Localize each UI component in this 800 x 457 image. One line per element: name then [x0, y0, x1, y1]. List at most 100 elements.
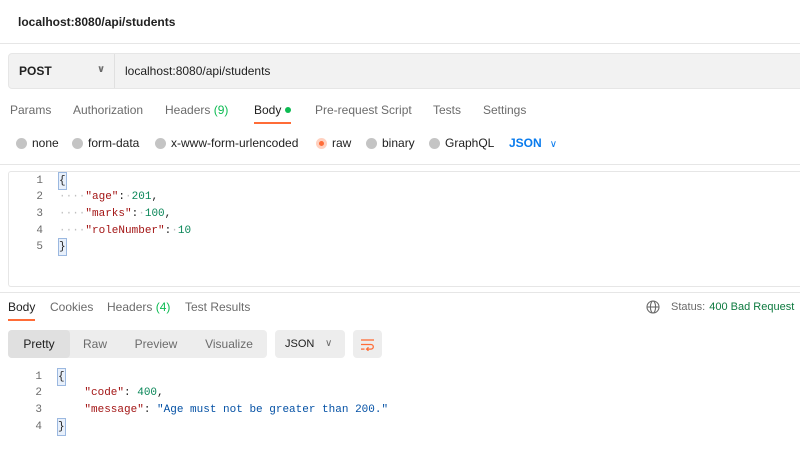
chevron-down-icon: ∨ — [97, 64, 106, 75]
json-value: 400 — [137, 387, 158, 399]
response-tab-test-results[interactable]: Test Results — [185, 300, 250, 314]
tab-body[interactable]: Body — [254, 103, 292, 124]
wrap-lines-button[interactable] — [353, 330, 382, 358]
radio-label: GraphQL — [445, 136, 495, 150]
tab-settings[interactable]: Settings — [483, 103, 526, 117]
json-key: "code" — [84, 387, 125, 399]
line-number: 4 — [36, 225, 43, 237]
code-line: 2 ····"age":·201, — [9, 189, 800, 205]
json-trail: , — [151, 191, 159, 203]
response-tab-headers-label: Headers — [107, 300, 153, 314]
code-line: 1 { — [8, 368, 800, 386]
radio-circle — [155, 137, 166, 149]
json-key: "age" — [85, 191, 119, 203]
tab-authorization[interactable]: Authorization — [73, 103, 143, 117]
code-text: ····"marks":·100, — [59, 208, 172, 220]
view-preview[interactable]: Preview — [126, 330, 186, 358]
radio-form-data[interactable]: form-data — [72, 136, 139, 150]
radio-raw[interactable]: raw — [316, 136, 351, 150]
line-number: 2 — [35, 387, 42, 399]
code-line: 5 } — [9, 238, 800, 256]
code-line: 4 ····"roleNumber":·10 — [9, 223, 800, 239]
line-number: 3 — [36, 208, 43, 220]
code-line: 2 "code": 400, — [8, 385, 800, 401]
request-bar: POST ∨ — [8, 53, 800, 89]
line-number: 4 — [35, 421, 42, 433]
tab-params[interactable]: Params — [10, 103, 51, 117]
json-value: "Age must not be greater than 200." — [157, 404, 389, 416]
globe-icon[interactable] — [646, 300, 660, 314]
request-body-editor[interactable]: 1 { 2 ····"age":·201, 3 ····"marks":·100… — [8, 171, 800, 287]
code-line: 1 { — [9, 172, 800, 190]
radio-label: form-data — [88, 136, 140, 150]
radio-none[interactable]: none — [16, 136, 59, 150]
line-number: 2 — [36, 191, 43, 203]
code-text: ····"roleNumber":·10 — [59, 225, 192, 237]
chevron-down-icon: ∨ — [549, 139, 558, 150]
code-brace: { — [57, 368, 66, 386]
radio-circle — [429, 137, 440, 149]
json-key: "marks" — [85, 208, 132, 220]
tab-headers[interactable]: Headers (9) — [165, 103, 228, 117]
status-value[interactable]: 400 Bad Request — [709, 301, 794, 313]
line-number: 1 — [36, 175, 43, 187]
response-tab-headers[interactable]: Headers (4) — [107, 300, 170, 314]
code-brace: } — [57, 418, 66, 436]
radio-circle-selected — [316, 137, 327, 149]
view-pretty[interactable]: Pretty — [8, 330, 70, 358]
wrap-lines-icon — [361, 338, 374, 351]
radio-label: none — [32, 136, 59, 150]
code-line: 4 } — [8, 418, 800, 436]
view-raw[interactable]: Raw — [72, 330, 118, 358]
json-value: 201 — [131, 191, 152, 203]
response-headers-count: (4) — [155, 300, 171, 314]
url-input[interactable] — [115, 54, 800, 88]
code-line: 3 ····"marks":·100, — [9, 206, 800, 222]
radio-label: raw — [332, 136, 352, 150]
radio-circle — [366, 137, 377, 149]
tab-headers-label: Headers — [165, 103, 211, 117]
response-body-viewer[interactable]: 1 { 2 "code": 400, 3 "message": "Age mus… — [8, 368, 800, 438]
tab-tests[interactable]: Tests — [433, 103, 461, 117]
code-text: "message": "Age must not be greater than… — [84, 404, 389, 416]
request-tabs: Params Authorization Headers (9) Body Pr… — [0, 103, 800, 127]
chevron-down-icon: ∨ — [325, 338, 333, 349]
headers-count: (9) — [213, 103, 229, 117]
body-type-options: none form-data x-www-form-urlencoded raw… — [0, 136, 800, 154]
response-format-select[interactable]: JSON ∨ — [275, 330, 345, 358]
response-view-modes: Pretty Raw Preview Visualize — [8, 330, 267, 358]
radio-circle — [16, 137, 27, 149]
response-format-label: JSON — [285, 338, 315, 350]
response-tab-cookies[interactable]: Cookies — [50, 300, 93, 314]
method-label: POST — [19, 64, 52, 78]
divider — [0, 164, 800, 165]
json-value: 100 — [144, 208, 165, 220]
line-number: 5 — [36, 241, 43, 253]
tab-pre-request-script[interactable]: Pre-request Script — [315, 103, 412, 117]
radio-label: binary — [382, 136, 415, 150]
json-trail: , — [164, 208, 172, 220]
code-text: ····"age":·201, — [59, 191, 159, 203]
view-visualize[interactable]: Visualize — [196, 330, 262, 358]
tab-body-label: Body — [254, 103, 282, 117]
body-format-label: JSON — [509, 136, 542, 150]
json-value: 10 — [177, 225, 192, 237]
json-trail: , — [157, 387, 164, 399]
code-line: 3 "message": "Age must not be greater th… — [8, 402, 800, 418]
radio-x-www-form-urlencoded[interactable]: x-www-form-urlencoded — [155, 136, 298, 150]
radio-label: x-www-form-urlencoded — [171, 136, 299, 150]
line-number: 1 — [35, 371, 42, 383]
request-title-bar: localhost:8080/api/students — [0, 0, 800, 44]
body-format-select[interactable]: JSON ∨ — [509, 136, 557, 150]
request-title[interactable]: localhost:8080/api/students — [18, 15, 175, 29]
response-divider — [0, 292, 800, 293]
json-key: "roleNumber" — [85, 225, 165, 237]
radio-binary[interactable]: binary — [366, 136, 415, 150]
radio-graphql[interactable]: GraphQL — [429, 136, 494, 150]
json-key: "message" — [84, 404, 144, 416]
response-tab-body[interactable]: Body — [8, 300, 36, 321]
status-label: Status: — [671, 301, 706, 313]
method-select[interactable]: POST ∨ — [9, 54, 115, 88]
code-brace: } — [58, 238, 67, 256]
body-indicator-dot — [285, 106, 292, 113]
